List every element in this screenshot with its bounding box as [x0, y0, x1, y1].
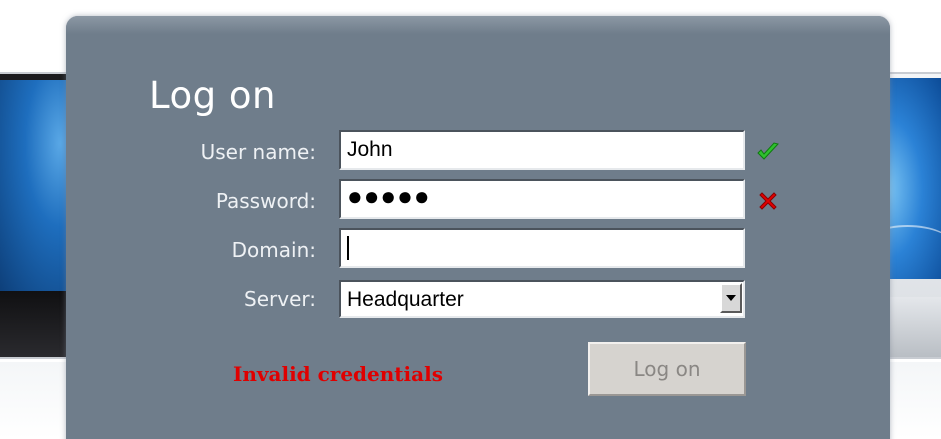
monitor-bezel-left	[0, 291, 76, 357]
password-field[interactable]: ●●●●●	[339, 179, 745, 219]
red-x-icon	[759, 192, 777, 210]
dropdown-triangle	[726, 295, 736, 301]
domain-field[interactable]	[339, 228, 745, 268]
username-value: John	[347, 138, 393, 161]
logon-button[interactable]: Log on	[588, 342, 746, 396]
dropdown-arrow-icon[interactable]	[720, 283, 742, 313]
server-label: Server:	[244, 287, 316, 311]
checkmark-icon	[757, 142, 779, 160]
monitor-screen-left	[0, 80, 76, 291]
username-field[interactable]: John	[339, 130, 745, 170]
server-selected-value: Headquarter	[347, 288, 464, 311]
monitor-stand-right	[886, 297, 941, 357]
text-caret	[347, 236, 349, 261]
server-select[interactable]: Headquarter	[339, 280, 745, 318]
login-screen: Log on User name: John Password: ●●●●● D…	[0, 0, 941, 439]
dialog-title: Log on	[149, 74, 276, 117]
password-value: ●●●●●	[347, 181, 431, 211]
logon-dialog: Log on User name: John Password: ●●●●● D…	[66, 16, 890, 439]
domain-label: Domain:	[231, 238, 316, 262]
password-label: Password:	[215, 189, 316, 213]
username-label: User name:	[200, 140, 316, 164]
error-message: Invalid credentials	[233, 362, 443, 386]
